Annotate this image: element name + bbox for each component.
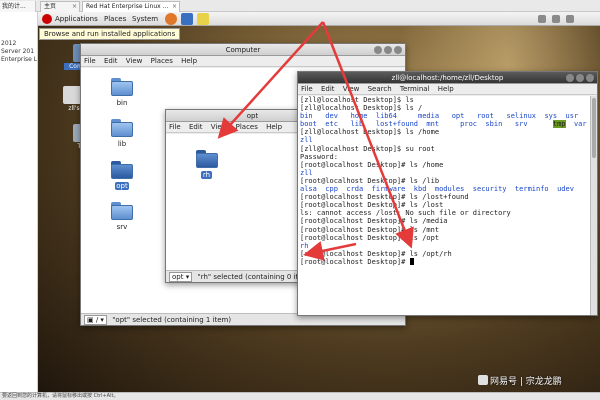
vm-tab-home-label: 主页 (44, 3, 57, 10)
vm-library-item[interactable]: Enterprise L (1, 56, 38, 63)
vm-library-item[interactable]: Server 201 (1, 48, 38, 55)
vm-tab-bar: 我的计... 主页 × Red Hat Enterprise Linux ... × (0, 0, 600, 12)
annotation-arrows (217, 21, 414, 261)
watermark: 网易号 | 宗龙龙鹏 (478, 374, 562, 387)
close-icon[interactable]: × (172, 2, 177, 12)
vm-status-text: 要返回到您的计算机，请将鼠标移出或按 Ctrl+Alt。 (2, 393, 119, 399)
vm-tab-rhel[interactable]: Red Hat Enterprise Linux ... × (82, 1, 180, 12)
arrow-to-opt-window (217, 21, 324, 139)
watermark-author: 宗龙龙鹏 (525, 377, 562, 387)
arrow-to-ls-opt (321, 21, 414, 249)
vm-library-tab-label: 我的计... (2, 3, 26, 10)
vm-library-item[interactable]: 2012 (1, 40, 38, 47)
watermark-logo-icon (478, 375, 488, 385)
close-icon[interactable]: × (72, 2, 77, 12)
vm-tab-rhel-label: Red Hat Enterprise Linux ... (86, 3, 169, 10)
vm-status-bar: 要返回到您的计算机，请将鼠标移出或按 Ctrl+Alt。 (0, 392, 600, 400)
vm-library-panel: 2012 Server 201 Enterprise L (0, 12, 38, 400)
vm-tab-home[interactable]: 主页 × (40, 1, 80, 12)
guest-desktop: Applications Places System Browse and ru… (38, 12, 600, 392)
arrow-to-rh-output (303, 241, 357, 261)
watermark-brand: 网易号 (490, 377, 518, 387)
vm-library-tab[interactable]: 我的计... (0, 1, 36, 12)
